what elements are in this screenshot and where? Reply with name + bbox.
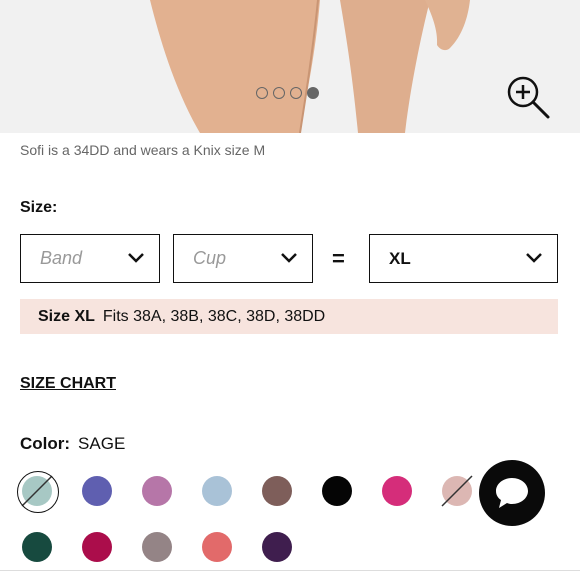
color-swatch[interactable] — [82, 476, 112, 506]
chat-button[interactable] — [479, 460, 545, 526]
gallery-dot[interactable] — [290, 87, 302, 99]
size-select[interactable]: XL — [369, 234, 558, 283]
unavailable-slash-icon — [441, 475, 473, 507]
cup-select[interactable]: Cup — [173, 234, 313, 283]
color-swatch[interactable] — [441, 475, 473, 507]
fit-size: Size XL — [38, 307, 95, 325]
unavailable-slash-icon — [21, 475, 53, 507]
size-label: Size: — [20, 199, 58, 216]
size-chart-link[interactable]: SIZE CHART — [20, 375, 116, 393]
chevron-down-icon — [128, 253, 144, 263]
color-swatch[interactable] — [322, 476, 352, 506]
color-label: Color: — [20, 434, 71, 453]
equals-sign: = — [332, 246, 345, 271]
gallery-dot[interactable] — [273, 87, 285, 99]
model-size-caption: Sofi is a 34DD and wears a Knix size M — [20, 142, 266, 158]
chat-bubble-icon — [496, 478, 528, 508]
zoom-in-icon[interactable] — [505, 74, 551, 120]
model-legs-image — [150, 0, 470, 133]
color-swatch[interactable] — [202, 532, 232, 562]
color-swatch[interactable] — [22, 532, 52, 562]
color-swatch-selected[interactable] — [17, 471, 59, 513]
product-image[interactable] — [0, 0, 580, 133]
color-swatch[interactable] — [82, 532, 112, 562]
size-select-value: XL — [389, 248, 411, 268]
color-swatch[interactable] — [262, 476, 292, 506]
color-swatch[interactable] — [262, 532, 292, 562]
band-placeholder: Band — [40, 248, 83, 268]
color-swatch[interactable] — [382, 476, 412, 506]
gallery-dot[interactable] — [256, 87, 268, 99]
color-swatch[interactable] — [142, 532, 172, 562]
cup-placeholder: Cup — [193, 248, 227, 268]
gallery-dots — [256, 87, 319, 99]
divider — [0, 570, 580, 571]
chevron-down-icon — [281, 253, 297, 263]
size-fit-banner: Size XL Fits 38A, 38B, 38C, 38D, 38DD — [20, 299, 558, 334]
color-name: SAGE — [78, 434, 126, 453]
band-select[interactable]: Band — [20, 234, 160, 283]
color-row: Color: SAGE — [20, 434, 125, 454]
fit-text: Fits 38A, 38B, 38C, 38D, 38DD — [102, 307, 326, 325]
color-swatch[interactable] — [142, 476, 172, 506]
chevron-down-icon — [526, 253, 542, 263]
color-swatch[interactable] — [202, 476, 232, 506]
gallery-dot-active[interactable] — [307, 87, 319, 99]
